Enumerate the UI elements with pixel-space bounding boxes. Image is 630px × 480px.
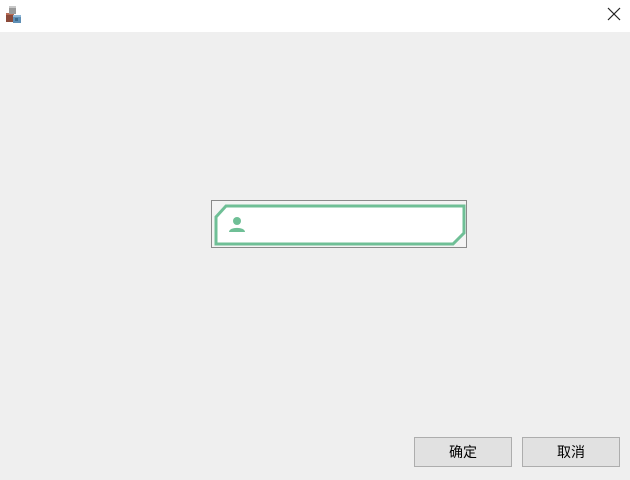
ok-button[interactable]: 确定	[414, 437, 512, 467]
user-input-frame	[211, 200, 467, 248]
cancel-button[interactable]: 取消	[522, 437, 620, 467]
close-icon	[607, 6, 621, 25]
dialog-window: 确定 取消	[0, 0, 630, 480]
title-bar	[0, 0, 630, 32]
close-button[interactable]	[598, 0, 630, 30]
username-input[interactable]	[256, 209, 460, 241]
app-blocks-icon	[4, 4, 24, 24]
user-icon	[228, 215, 246, 233]
